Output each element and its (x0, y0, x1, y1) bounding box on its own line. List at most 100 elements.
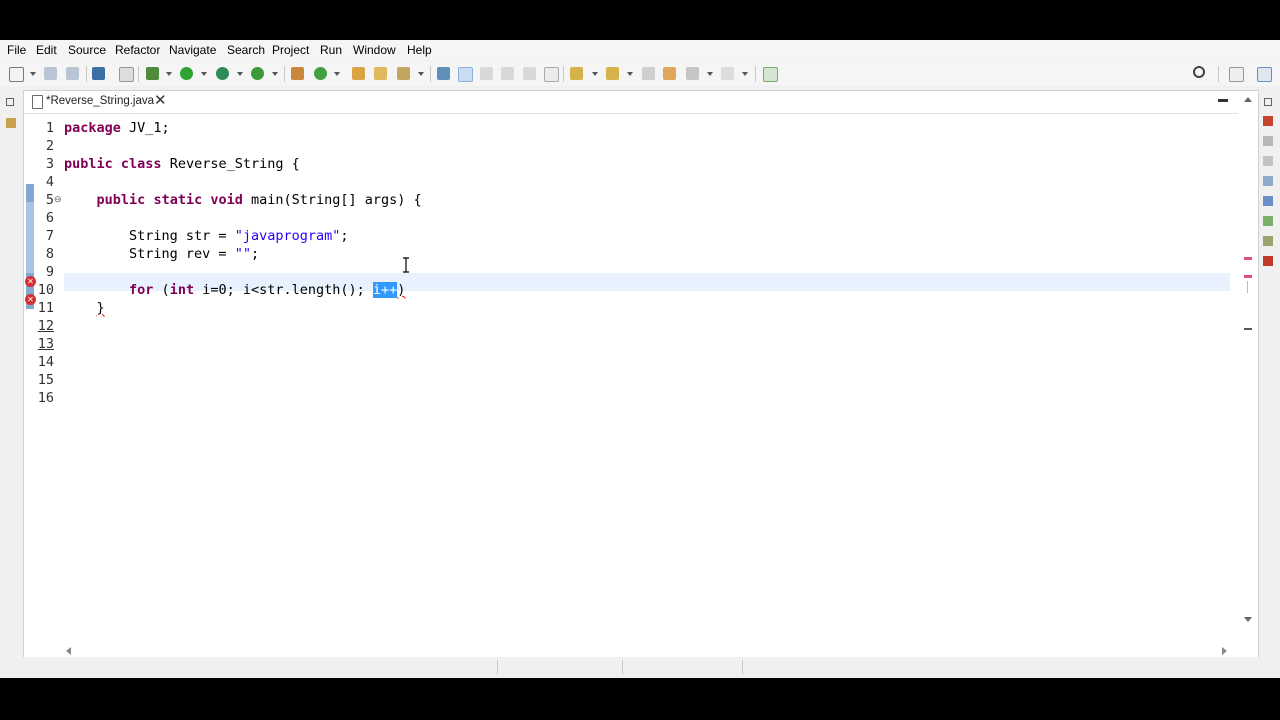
coverage-icon[interactable] (216, 67, 229, 80)
external-tools-dropdown-icon[interactable] (272, 72, 278, 76)
scroll-right-icon[interactable] (1222, 647, 1227, 655)
toolbar-separator (563, 66, 564, 82)
menu-help[interactable]: Help (407, 43, 432, 57)
code-line: } (64, 299, 1234, 317)
menu-bar: File Edit Source Refactor Navigate Searc… (0, 40, 1280, 61)
external-tools-icon[interactable] (251, 67, 264, 80)
code-text: ; (340, 228, 349, 244)
menu-run[interactable]: Run (320, 43, 342, 57)
line-number: 4 (45, 174, 54, 190)
previous-annotation-dropdown-icon[interactable] (627, 72, 633, 76)
line-number: 3 (45, 156, 54, 172)
forward-icon[interactable] (721, 67, 734, 80)
problems-icon[interactable] (1263, 116, 1273, 126)
debug-icon[interactable] (146, 67, 159, 80)
error-overview-mark[interactable] (1244, 257, 1252, 260)
open-task-icon[interactable] (374, 67, 387, 80)
restore-icon[interactable] (6, 98, 14, 106)
progress-icon[interactable] (1263, 236, 1273, 246)
java-perspective-icon[interactable] (1257, 67, 1272, 82)
toggle-breadcrumb-icon[interactable] (437, 67, 450, 80)
search-dropdown-icon[interactable] (418, 72, 424, 76)
new-file-icon[interactable] (9, 67, 24, 82)
close-icon[interactable]: ✕ (154, 93, 167, 109)
menu-search[interactable]: Search (227, 43, 265, 57)
save-icon[interactable] (44, 67, 57, 80)
javadoc-icon[interactable] (1263, 136, 1273, 146)
line-number: 7 (45, 228, 54, 244)
string-literal: "javaprogram" (234, 228, 341, 244)
new-class-icon[interactable] (314, 67, 327, 80)
scroll-up-icon[interactable] (1244, 97, 1252, 102)
editor-tab[interactable]: *Reverse_String.java ✕ (28, 91, 168, 113)
menu-navigate[interactable]: Navigate (169, 43, 216, 57)
debug-dropdown-icon[interactable] (166, 72, 172, 76)
code-text: ; (250, 246, 260, 262)
word-wrap-icon[interactable] (501, 67, 514, 80)
menu-refactor[interactable]: Refactor (115, 43, 160, 57)
menu-window[interactable]: Window (353, 43, 396, 57)
forward-dropdown-icon[interactable] (742, 72, 748, 76)
menu-project[interactable]: Project (272, 43, 309, 57)
next-annotation-icon[interactable] (570, 67, 583, 80)
back-icon[interactable] (686, 67, 699, 80)
line-number: 11 (37, 300, 54, 316)
code-area[interactable]: 1 2 3 4 5 ⊖ 6 7 8 9 ✕ 10 ✕ 11 12 13 14 1… (24, 114, 1238, 648)
skip-breakpoints-icon[interactable] (119, 67, 134, 82)
paragraph-icon[interactable] (544, 67, 559, 82)
forward-location-icon[interactable] (663, 67, 676, 80)
back-dropdown-icon[interactable] (707, 72, 713, 76)
console-icon[interactable] (1263, 176, 1273, 186)
block-selection-icon[interactable] (480, 67, 493, 80)
keyword: void (210, 192, 243, 208)
line-number: 15 (37, 372, 54, 388)
menu-source[interactable]: Source (68, 43, 106, 57)
save-all-icon[interactable] (66, 67, 79, 80)
scroll-left-icon[interactable] (66, 647, 71, 655)
coverage-dropdown-icon[interactable] (237, 72, 243, 76)
keyword: for (129, 282, 154, 298)
line-number: 6 (45, 210, 54, 226)
open-type-icon[interactable] (352, 67, 365, 80)
minimize-icon[interactable] (1218, 99, 1228, 102)
task-list-icon[interactable] (1263, 216, 1273, 226)
error-overview-mark[interactable] (1244, 275, 1252, 278)
new-dropdown-icon[interactable] (30, 72, 36, 76)
search-tool-icon[interactable] (397, 67, 410, 80)
new-java-project-icon[interactable] (291, 67, 304, 80)
run-icon[interactable] (180, 67, 193, 80)
outline-icon[interactable] (1263, 196, 1273, 206)
code-text: main(String[] args) { (242, 192, 422, 208)
last-edit-location-icon[interactable] (642, 67, 655, 80)
restore-icon[interactable] (1264, 98, 1272, 106)
line-number: 16 (37, 390, 54, 406)
mark-occurrences-icon[interactable] (458, 67, 473, 82)
code-line: for (int i=0; i<str.length(); i++) (64, 281, 1234, 299)
menu-file[interactable]: File (7, 43, 26, 57)
code-text: JV_1; (120, 120, 170, 136)
pin-editor-icon[interactable] (763, 67, 778, 82)
overview-ruler[interactable] (1238, 91, 1258, 625)
line-number: 8 (45, 246, 54, 262)
open-perspective-icon[interactable] (1229, 67, 1244, 82)
fold-collapse-icon[interactable]: ⊖ (54, 194, 62, 205)
run-dropdown-icon[interactable] (201, 72, 207, 76)
scroll-down-icon[interactable] (1244, 617, 1252, 622)
toolbar-separator (284, 66, 285, 82)
scroll-position-mark[interactable] (1244, 328, 1252, 330)
next-annotation-dropdown-icon[interactable] (592, 72, 598, 76)
terminal-icon[interactable] (92, 67, 105, 80)
declaration-icon[interactable] (1263, 156, 1273, 166)
horizontal-scrollbar[interactable] (64, 644, 1238, 658)
search-icon[interactable] (1193, 66, 1205, 78)
menu-edit[interactable]: Edit (36, 43, 57, 57)
previous-annotation-icon[interactable] (606, 67, 619, 80)
show-whitespace-icon[interactable] (523, 67, 536, 80)
new-class-dropdown-icon[interactable] (334, 72, 340, 76)
scroll-thumb[interactable] (1247, 281, 1248, 293)
package-explorer-icon[interactable] (6, 118, 16, 128)
code-text: Reverse_String { (161, 156, 300, 172)
status-separator (497, 660, 498, 674)
status-bar (0, 657, 1280, 678)
error-log-icon[interactable] (1263, 256, 1273, 266)
